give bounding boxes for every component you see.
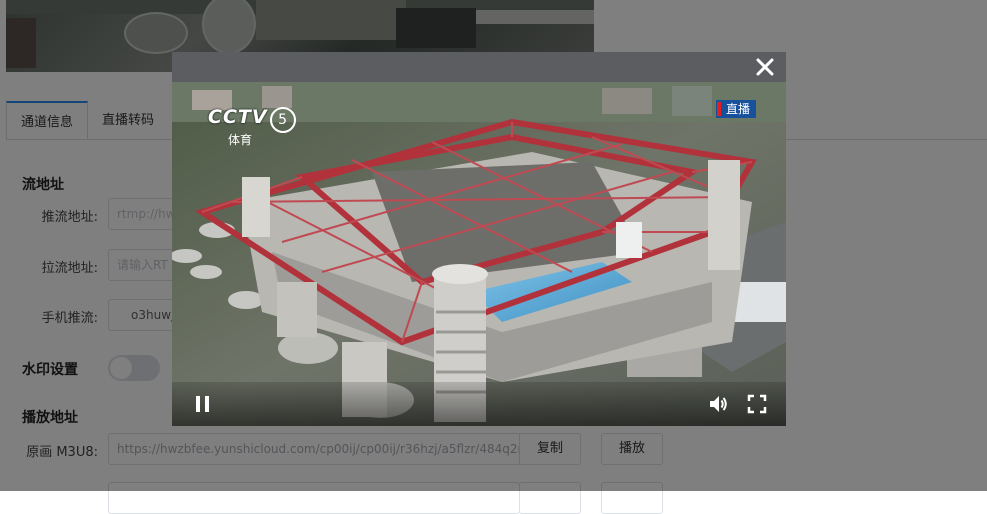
video-frame[interactable]: CCTV 5 体育 直播	[172, 82, 786, 426]
close-icon[interactable]	[752, 54, 778, 80]
live-badge: 直播	[715, 100, 756, 118]
pause-icon[interactable]	[192, 393, 214, 415]
modal-header	[172, 52, 786, 82]
fullscreen-icon[interactable]	[746, 393, 768, 415]
video-player-modal: CCTV 5 体育 直播	[172, 52, 786, 426]
player-controls	[172, 382, 786, 426]
volume-icon[interactable]	[707, 393, 729, 415]
channel-logo-text: CCTV	[208, 106, 268, 128]
channel-sub-text: 体育	[228, 132, 253, 147]
channel-number: 5	[269, 106, 296, 133]
channel-logo: CCTV 5 体育	[208, 106, 296, 148]
